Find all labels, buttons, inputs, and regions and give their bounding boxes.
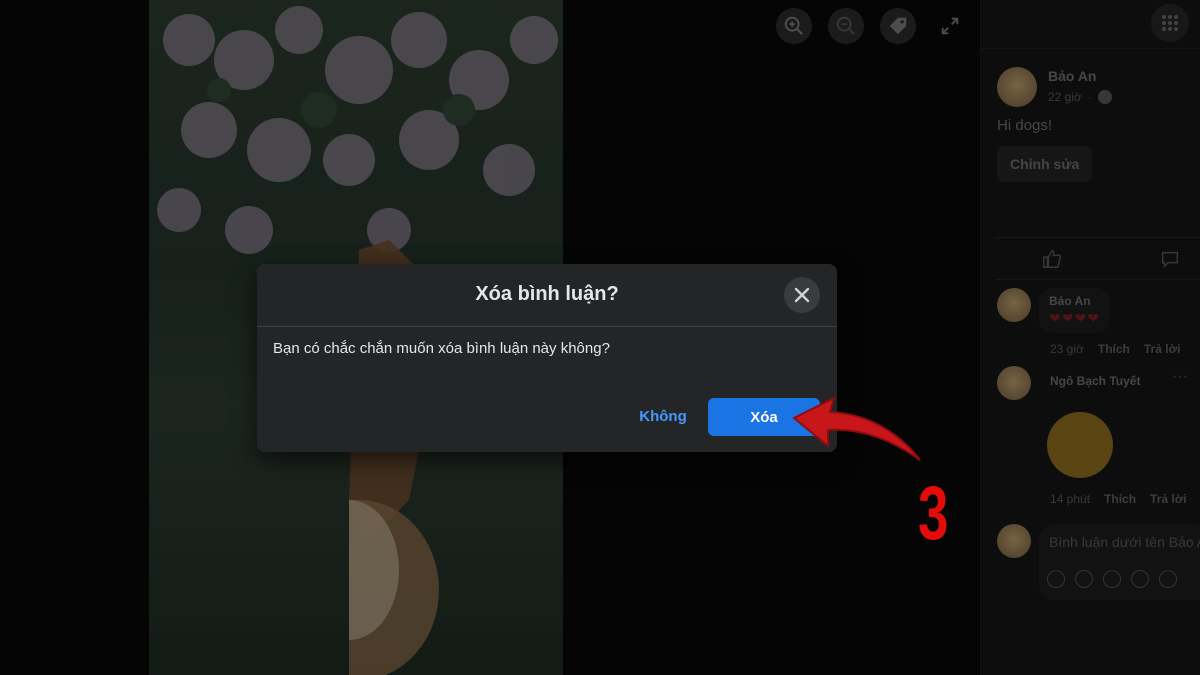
step-number: 3 <box>918 471 949 556</box>
dialog-message: Bạn có chắc chắn muốn xóa bình luận này … <box>273 340 610 357</box>
cancel-button[interactable]: Không <box>621 398 705 434</box>
dialog-title: Xóa bình luận? <box>475 283 619 305</box>
dialog-header: Xóa bình luận? <box>257 264 837 327</box>
annotation-arrow-icon <box>792 396 921 461</box>
close-icon <box>794 287 810 303</box>
close-button[interactable] <box>784 277 820 313</box>
delete-comment-dialog: Xóa bình luận? Bạn có chắc chắn muốn xóa… <box>257 264 837 452</box>
